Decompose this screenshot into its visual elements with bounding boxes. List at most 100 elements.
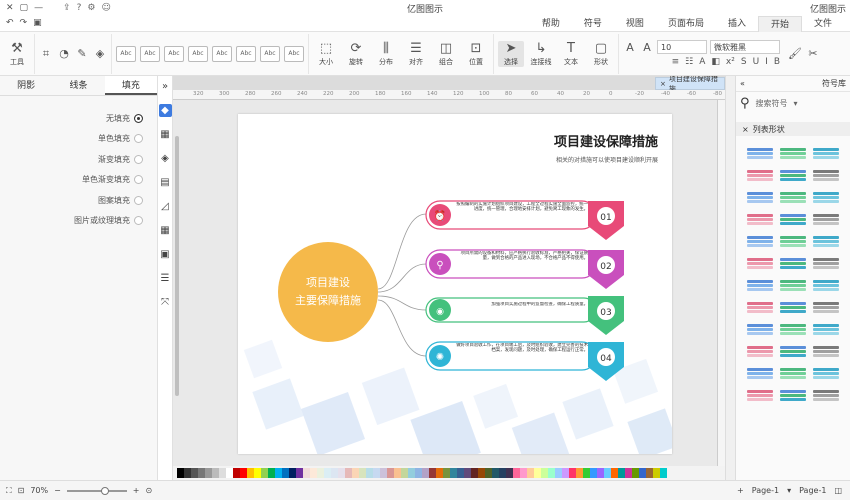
color-swatch[interactable] bbox=[555, 468, 562, 478]
style-preset-8[interactable]: Abc bbox=[284, 45, 304, 62]
zoom-slider-knob[interactable] bbox=[100, 486, 109, 495]
color-swatch[interactable] bbox=[205, 468, 212, 478]
color-swatch[interactable] bbox=[569, 468, 576, 478]
color-swatch[interactable] bbox=[653, 468, 660, 478]
color-swatch[interactable] bbox=[513, 468, 520, 478]
color-swatch[interactable] bbox=[450, 468, 457, 478]
italic-icon[interactable]: I bbox=[765, 57, 768, 67]
font-size-select[interactable]: 10 bbox=[657, 40, 707, 54]
font-grow-icon[interactable]: A bbox=[640, 40, 654, 54]
color-swatch[interactable] bbox=[464, 468, 471, 478]
list-icon[interactable]: ☷ bbox=[685, 57, 693, 67]
symbol-thumbnail[interactable] bbox=[813, 188, 839, 206]
symbol-thumbnail[interactable] bbox=[780, 320, 806, 338]
fill-option-solid[interactable]: 单色填充 bbox=[0, 129, 157, 150]
symbol-thumbnail[interactable] bbox=[747, 210, 773, 228]
symbol-thumbnail[interactable] bbox=[747, 386, 773, 404]
fit-page-icon[interactable]: ⊡ bbox=[18, 486, 25, 495]
tab-file[interactable]: 文件 bbox=[802, 16, 844, 32]
measure-item-04[interactable]: ✺ 做好项目验收工作，在项目竣工后，及时组织验收，建立完善的技术档案，发现问题，… bbox=[425, 341, 624, 381]
style-preset-3[interactable]: Abc bbox=[164, 45, 184, 62]
symbol-thumbnail[interactable] bbox=[813, 144, 839, 162]
chart-icon[interactable]: ◿ bbox=[159, 200, 172, 213]
select-button[interactable]: ➤ 选择 bbox=[498, 40, 524, 67]
add-page-icon[interactable]: + bbox=[737, 486, 744, 495]
style-preset-7[interactable]: Abc bbox=[260, 45, 280, 62]
size-button[interactable]: ⬚ 大小 bbox=[313, 41, 339, 67]
page-dropdown-icon[interactable]: ▾ bbox=[787, 486, 791, 495]
measure-item-03[interactable]: ◉ 加强项目实施过程中的监督检查，确保工程质量。 03 bbox=[425, 296, 624, 335]
color-swatch[interactable] bbox=[331, 468, 338, 478]
color-swatch[interactable] bbox=[492, 468, 499, 478]
symbol-thumbnail[interactable] bbox=[780, 276, 806, 294]
user-icon[interactable]: ☺ bbox=[101, 3, 110, 13]
symbol-thumbnail[interactable] bbox=[780, 210, 806, 228]
search-icon[interactable]: ⚲ bbox=[740, 96, 750, 111]
color-swatch[interactable] bbox=[415, 468, 422, 478]
radio-button[interactable] bbox=[134, 195, 143, 205]
line-color-icon[interactable]: ✎ bbox=[75, 47, 89, 61]
radio-button[interactable] bbox=[134, 154, 143, 164]
crop-icon[interactable]: ⌗ bbox=[39, 47, 53, 61]
style-preset-2[interactable]: Abc bbox=[140, 45, 160, 62]
color-swatch[interactable] bbox=[485, 468, 492, 478]
undo-icon[interactable]: ↶ bbox=[6, 18, 14, 28]
color-swatch[interactable] bbox=[408, 468, 415, 478]
color-swatch[interactable] bbox=[618, 468, 625, 478]
color-swatch[interactable] bbox=[261, 468, 268, 478]
outline-icon[interactable]: ☰ bbox=[159, 272, 172, 285]
symbol-category-header[interactable]: × 列表形状 bbox=[736, 122, 850, 136]
color-swatch[interactable] bbox=[254, 468, 261, 478]
measure-item-01[interactable]: ⏰ 按照编制的实施计划组织项目建设，工程全过程实施全面监控，统一进度，统一管理，… bbox=[425, 200, 624, 240]
color-swatch[interactable] bbox=[268, 468, 275, 478]
distribute-button[interactable]: ⫼ 分布 bbox=[373, 41, 399, 67]
symbol-thumbnail[interactable] bbox=[747, 188, 773, 206]
symbol-thumbnail[interactable] bbox=[747, 232, 773, 250]
symbol-thumbnail[interactable] bbox=[780, 144, 806, 162]
style-preset-6[interactable]: Abc bbox=[236, 45, 256, 62]
color-swatch[interactable] bbox=[429, 468, 436, 478]
symbol-thumbnail[interactable] bbox=[747, 298, 773, 316]
symbol-search[interactable]: ⚲ 搜索符号 ▾ bbox=[736, 92, 850, 114]
text-button[interactable]: T 文本 bbox=[558, 41, 584, 67]
fill-panel-icon[interactable]: ◆ bbox=[158, 104, 172, 117]
symbol-thumbnail[interactable] bbox=[747, 364, 773, 382]
symbol-thumbnail[interactable] bbox=[813, 276, 839, 294]
color-swatch[interactable] bbox=[233, 468, 240, 478]
color-swatch[interactable] bbox=[198, 468, 205, 478]
symbol-thumbnail[interactable] bbox=[747, 166, 773, 184]
tab-line[interactable]: 线条 bbox=[52, 76, 104, 95]
symbol-thumbnail[interactable] bbox=[747, 342, 773, 360]
help-icon[interactable]: ? bbox=[77, 3, 82, 13]
symbol-thumbnail[interactable] bbox=[813, 254, 839, 272]
color-swatch[interactable] bbox=[380, 468, 387, 478]
symbol-thumbnail[interactable] bbox=[813, 166, 839, 184]
symbol-thumbnail[interactable] bbox=[780, 166, 806, 184]
fill-option-pattern[interactable]: 图案填充 bbox=[0, 190, 157, 211]
color-swatch[interactable] bbox=[387, 468, 394, 478]
bold-icon[interactable]: B bbox=[774, 57, 780, 67]
collapse-library-icon[interactable]: « bbox=[740, 79, 745, 88]
tab-home[interactable]: 开始 bbox=[757, 15, 802, 32]
symbol-thumbnail[interactable] bbox=[813, 364, 839, 382]
symbol-thumbnail[interactable] bbox=[813, 210, 839, 228]
symbol-thumbnail[interactable] bbox=[747, 276, 773, 294]
table-icon[interactable]: ▦ bbox=[159, 224, 172, 237]
tab-help[interactable]: 帮助 bbox=[530, 16, 572, 32]
symbol-thumbnail[interactable] bbox=[813, 342, 839, 360]
color-swatch[interactable] bbox=[457, 468, 464, 478]
center-circle[interactable] bbox=[278, 242, 378, 342]
symbol-thumbnail[interactable] bbox=[780, 188, 806, 206]
fill-option-single-gradient[interactable]: 单色渐变填充 bbox=[0, 170, 157, 191]
grid-panel-icon[interactable]: ▦ bbox=[159, 128, 172, 141]
document-tab[interactable]: × 项目建设保障措施 bbox=[655, 76, 725, 93]
color-swatch[interactable] bbox=[296, 468, 303, 478]
app-logo[interactable]: 亿图图示 bbox=[810, 2, 846, 15]
symbol-thumbnail[interactable] bbox=[747, 254, 773, 272]
color-swatch[interactable] bbox=[373, 468, 380, 478]
underline-icon[interactable]: U bbox=[753, 57, 760, 67]
tab-page-layout[interactable]: 页面布局 bbox=[656, 16, 716, 32]
color-swatch[interactable] bbox=[345, 468, 352, 478]
color-swatch[interactable] bbox=[436, 468, 443, 478]
image-icon[interactable]: ▣ bbox=[159, 248, 172, 261]
